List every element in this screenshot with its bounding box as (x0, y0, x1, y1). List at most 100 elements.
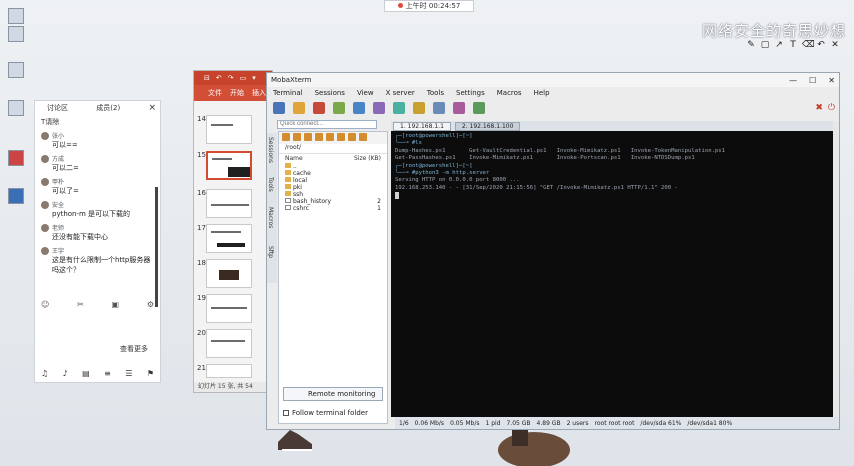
download-icon[interactable] (293, 133, 301, 141)
text-icon[interactable]: T (788, 40, 798, 50)
side-tab-sftp[interactable]: Sftp (267, 235, 274, 269)
desktop-icon[interactable] (4, 188, 28, 204)
side-tab-tools[interactable]: Tools (267, 167, 274, 201)
close-icon[interactable]: ✕ (830, 40, 840, 50)
file-row[interactable]: .. (279, 163, 387, 170)
eraser-icon[interactable]: ⌫ (802, 40, 815, 50)
side-tab-macros[interactable]: Macros (267, 201, 274, 235)
column-name[interactable]: Name (285, 155, 303, 162)
maximize-icon[interactable]: ☐ (809, 76, 816, 85)
remote-monitoring-button[interactable]: Remote monitoring (283, 387, 383, 401)
new-file-icon[interactable] (326, 133, 334, 141)
chat-tab-members[interactable]: 成员(2) (96, 103, 120, 113)
arrow-icon[interactable]: ↗ (774, 40, 784, 50)
desktop-icon[interactable] (4, 26, 28, 42)
save-icon[interactable]: ⊟ (204, 74, 210, 82)
file-row[interactable]: ssh (279, 191, 387, 198)
emoji-icon[interactable]: ☺ (41, 300, 49, 309)
ribbon-tab[interactable]: 开始 (230, 88, 244, 98)
up-folder-icon[interactable] (282, 133, 290, 141)
ribbon-tab[interactable]: 文件 (208, 88, 222, 98)
servers-icon[interactable] (293, 102, 305, 114)
menu-sessions[interactable]: Sessions (315, 89, 345, 97)
slide-thumbnail[interactable] (206, 364, 252, 378)
terminal-tab[interactable]: 1. 192.168.1.1 (393, 121, 451, 131)
terminal-output[interactable]: ┌─[root@powershell]─[~] └──╼ #ls Dump-Ha… (391, 131, 835, 203)
ribbon-tab[interactable]: 插入 (252, 88, 266, 98)
slide-thumbnail[interactable] (206, 259, 252, 288)
chat-scrollbar[interactable] (155, 187, 158, 307)
minimize-icon[interactable]: — (789, 76, 797, 85)
image-icon[interactable]: ▣ (112, 300, 120, 309)
redo-icon[interactable]: ↷ (228, 74, 234, 82)
undo-icon[interactable]: ↶ (216, 74, 222, 82)
side-tab-sessions[interactable]: Sessions (267, 133, 274, 167)
desktop-icon[interactable] (4, 100, 28, 116)
slide-thumbnail-selected[interactable] (206, 151, 252, 180)
terminal-scrollbar[interactable] (833, 121, 839, 417)
more-link[interactable]: 查看更多 (120, 344, 148, 354)
split-icon[interactable] (393, 102, 405, 114)
packages-icon[interactable] (453, 102, 465, 114)
session-icon[interactable] (273, 102, 285, 114)
close-icon[interactable]: ✕ (828, 76, 835, 85)
refresh-icon[interactable] (315, 133, 323, 141)
slide-thumbnail[interactable] (206, 329, 252, 358)
pen-icon[interactable]: ✎ (746, 40, 756, 50)
file-row[interactable]: bash_history 2 (279, 198, 387, 205)
moba-menubar: Terminal Sessions View X server Tools Se… (267, 87, 839, 99)
tunneling-icon[interactable] (433, 102, 445, 114)
close-icon[interactable]: × (148, 103, 156, 113)
column-size[interactable]: Size (KB) (354, 155, 381, 162)
file-row[interactable]: local (279, 177, 387, 184)
present-icon[interactable]: ▭ (240, 74, 247, 82)
list-icon[interactable]: ≡ (104, 369, 111, 378)
settings-icon[interactable]: ⚙ (147, 300, 154, 309)
games-icon[interactable] (333, 102, 345, 114)
view-icon[interactable] (373, 102, 385, 114)
permissions-icon[interactable] (359, 133, 367, 141)
menu-xserver[interactable]: X server (386, 89, 415, 97)
tools-icon[interactable] (313, 102, 325, 114)
square-icon[interactable]: ▢ (760, 40, 770, 50)
slide-thumbnail[interactable] (206, 294, 252, 323)
quick-connect-input[interactable] (277, 119, 377, 129)
file-row[interactable]: pki (279, 184, 387, 191)
screen-icon[interactable]: ▤ (82, 369, 90, 378)
chat-tab-discussion[interactable]: 讨论区 (47, 103, 68, 113)
menu-tools[interactable]: Tools (427, 89, 444, 97)
multiexec-icon[interactable] (413, 102, 425, 114)
terminal[interactable]: 1. 192.168.1.1 2. 192.168.1.100 ┌─[root@… (391, 121, 835, 417)
menu-help[interactable]: Help (534, 89, 550, 97)
sftp-path[interactable]: /root/ (279, 144, 387, 154)
new-folder-icon[interactable] (337, 133, 345, 141)
customize-icon[interactable]: ▾ (252, 74, 256, 82)
undo-icon[interactable]: ↶ (816, 40, 826, 50)
sessions-icon[interactable] (353, 102, 365, 114)
menu-icon[interactable]: ☰ (125, 369, 132, 378)
menu-terminal[interactable]: Terminal (273, 89, 303, 97)
follow-terminal-checkbox[interactable]: Follow terminal folder (283, 407, 383, 419)
screenshot-icon[interactable]: ✂ (77, 300, 84, 309)
mic-icon[interactable]: ♫ (41, 369, 48, 378)
slide-thumbnail[interactable] (206, 224, 252, 253)
settings-icon[interactable] (473, 102, 485, 114)
menu-macros[interactable]: Macros (497, 89, 522, 97)
menu-settings[interactable]: Settings (456, 89, 485, 97)
folder-icon (285, 191, 291, 196)
delete-icon[interactable] (348, 133, 356, 141)
exit-icon[interactable]: ⏻ (828, 103, 835, 113)
slide-thumbnail[interactable] (206, 115, 252, 144)
speaker-icon[interactable]: ♪ (63, 369, 68, 378)
file-row[interactable]: cache (279, 170, 387, 177)
flag-icon[interactable]: ⚑ (147, 369, 154, 378)
desktop-icon[interactable] (4, 150, 28, 166)
upload-icon[interactable] (304, 133, 312, 141)
desktop-icon[interactable] (4, 62, 28, 78)
xserver-icon[interactable]: ✖ (815, 103, 823, 113)
menu-view[interactable]: View (357, 89, 374, 97)
file-row[interactable]: cshrc 1 (279, 205, 387, 212)
desktop-icon[interactable] (4, 8, 28, 24)
slide-thumbnail[interactable] (206, 189, 252, 218)
terminal-tab[interactable]: 2. 192.168.1.100 (454, 121, 521, 131)
